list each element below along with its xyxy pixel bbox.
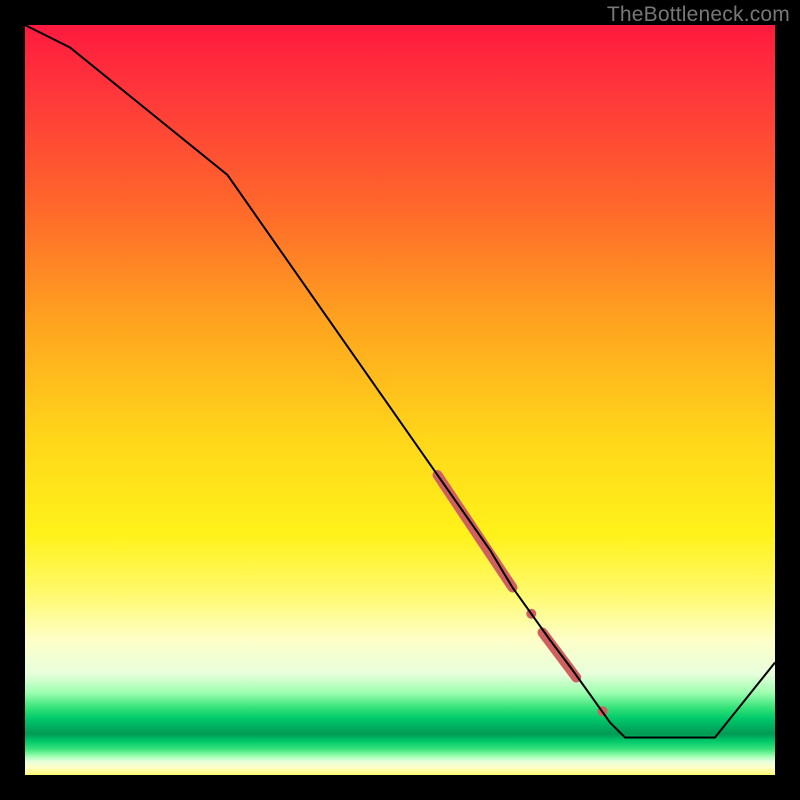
highlight-segment — [543, 633, 577, 678]
plot-area — [25, 25, 775, 775]
chart-container: TheBottleneck.com — [0, 0, 800, 800]
chart-svg — [25, 25, 775, 775]
watermark-text: TheBottleneck.com — [607, 3, 790, 27]
bottleneck-curve — [25, 25, 775, 738]
